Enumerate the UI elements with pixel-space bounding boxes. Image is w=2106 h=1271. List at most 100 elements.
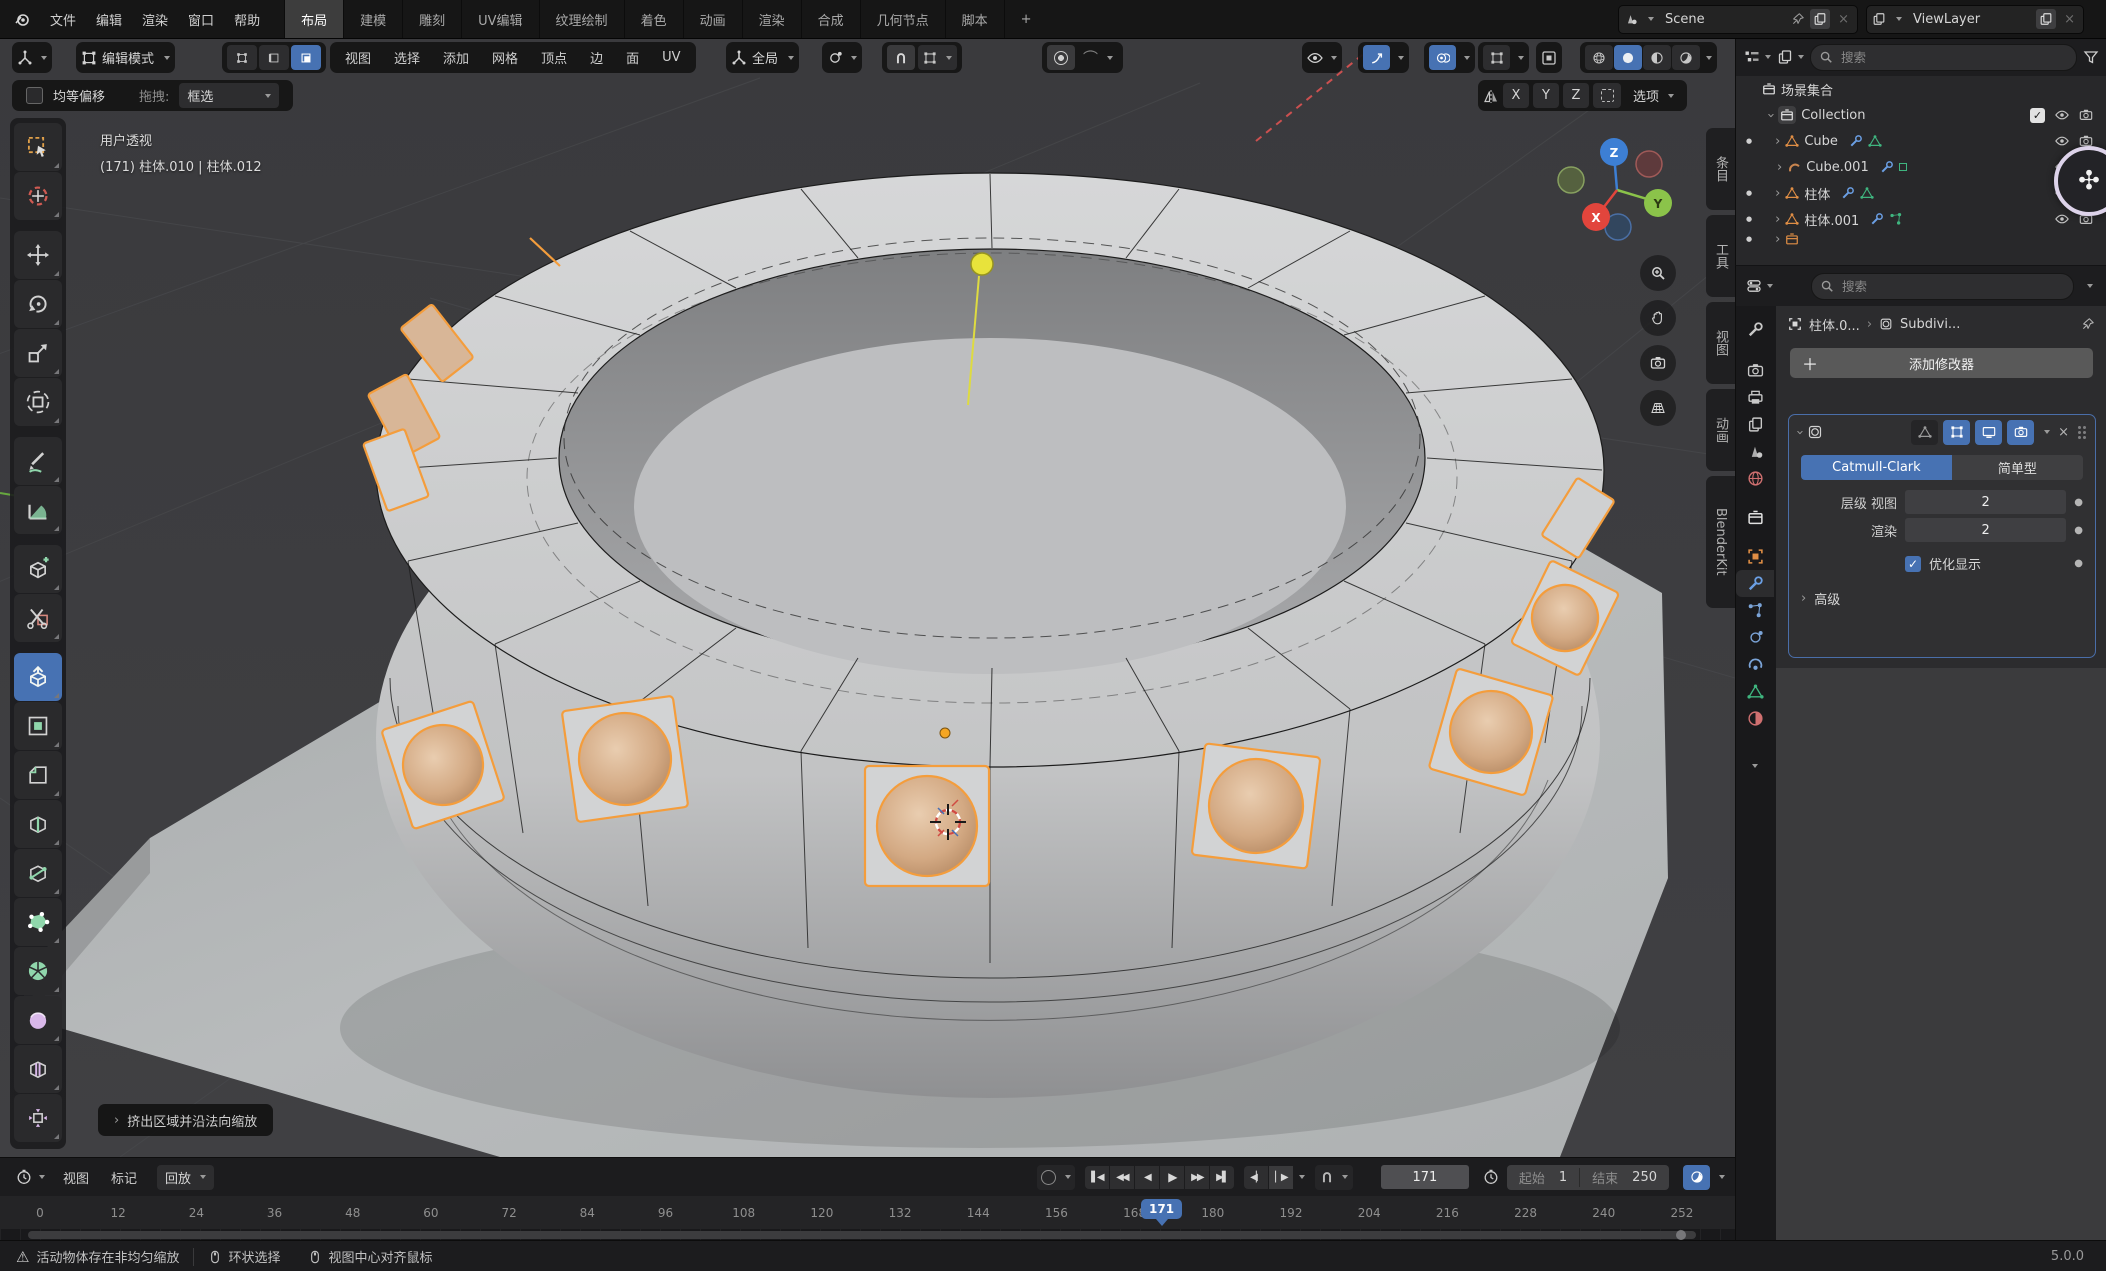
scene-selector[interactable]: Scene × bbox=[1618, 5, 1858, 34]
tab-particles[interactable] bbox=[1736, 597, 1774, 624]
breadcrumb-modifier[interactable]: Subdivi... bbox=[1900, 317, 1960, 332]
tool-rotate[interactable] bbox=[14, 280, 62, 328]
outliner-display-mode[interactable] bbox=[1744, 49, 1771, 65]
sidebar-tab-tool[interactable]: 工具 bbox=[1706, 215, 1735, 297]
mesh-data-icon[interactable] bbox=[1868, 134, 1882, 148]
menu-uv[interactable]: UV bbox=[652, 50, 690, 65]
scene-name[interactable]: Scene bbox=[1659, 12, 1786, 27]
pivot-point-selector[interactable] bbox=[822, 42, 862, 73]
mesh-data-icon[interactable] bbox=[1860, 186, 1874, 200]
sidebar-tab-view[interactable]: 视图 bbox=[1706, 302, 1735, 384]
modifier-icon[interactable] bbox=[1841, 186, 1855, 200]
frame-back-button[interactable]: ◀▏ bbox=[1244, 1166, 1268, 1189]
new-scene-button[interactable] bbox=[1810, 9, 1830, 29]
tab-view-layer[interactable] bbox=[1736, 411, 1774, 438]
tool-move[interactable] bbox=[14, 231, 62, 279]
viewlayer-selector[interactable]: ViewLayer × bbox=[1866, 5, 2084, 34]
workspace-tab-compositing[interactable]: 合成 bbox=[801, 0, 860, 38]
axis-neg-y-ball[interactable] bbox=[1558, 167, 1584, 193]
current-frame-field[interactable]: 171 bbox=[1381, 1165, 1469, 1189]
tab-output[interactable] bbox=[1736, 384, 1774, 411]
workspace-tab-layout[interactable]: 布局 bbox=[284, 0, 343, 38]
mirror-y-button[interactable]: Y bbox=[1533, 83, 1559, 108]
rendered-shading-button[interactable] bbox=[1672, 45, 1700, 70]
snap-settings[interactable] bbox=[918, 45, 957, 70]
eye-icon[interactable] bbox=[2055, 108, 2069, 122]
show-in-viewport-toggle[interactable] bbox=[1975, 420, 2002, 445]
blender-logo-icon[interactable] bbox=[14, 11, 30, 27]
exclude-checkbox[interactable]: ✓ bbox=[2030, 108, 2045, 123]
workspace-tab-modeling[interactable]: 建模 bbox=[343, 0, 402, 38]
tool-bisect[interactable] bbox=[14, 849, 62, 897]
show-gizmo-toggle[interactable] bbox=[1363, 45, 1390, 70]
outliner-search[interactable] bbox=[1810, 44, 2077, 71]
tab-modifiers[interactable] bbox=[1736, 570, 1774, 597]
tab-object[interactable] bbox=[1736, 543, 1774, 570]
next-keyframe-button[interactable]: ▶▶ bbox=[1185, 1166, 1209, 1189]
pan-button[interactable] bbox=[1640, 300, 1676, 336]
workspace-tab-scripting[interactable]: 脚本 bbox=[945, 0, 1004, 38]
optimal-display-checkbox[interactable]: ✓ bbox=[1905, 556, 1921, 572]
stopwatch-icon[interactable] bbox=[1483, 1169, 1499, 1185]
workspace-tab-sculpting[interactable]: 雕刻 bbox=[402, 0, 461, 38]
menu-file[interactable]: 文件 bbox=[40, 10, 86, 29]
menu-view[interactable]: 视图 bbox=[335, 48, 381, 67]
material-preview-button[interactable] bbox=[1643, 45, 1671, 70]
mode-selector[interactable]: 编辑模式 bbox=[76, 42, 175, 73]
show-on-cage-toggle[interactable] bbox=[1911, 420, 1938, 445]
tool-scale[interactable] bbox=[14, 329, 62, 377]
outliner-row-partial[interactable]: ● › bbox=[1736, 232, 2106, 246]
tab-world[interactable] bbox=[1736, 465, 1774, 492]
expand-icon[interactable]: › bbox=[1763, 112, 1778, 117]
eye-icon[interactable] bbox=[2055, 134, 2069, 148]
tool-bevel[interactable] bbox=[14, 751, 62, 799]
menu-face[interactable]: 面 bbox=[616, 48, 649, 67]
outliner-row-scene-collection[interactable]: 场景集合 bbox=[1736, 76, 2106, 102]
end-frame-field[interactable]: 结束250 bbox=[1580, 1168, 1669, 1187]
auto-key-toggle[interactable] bbox=[1041, 1170, 1056, 1185]
expand-icon[interactable]: › bbox=[1775, 134, 1780, 149]
timeline-ruler[interactable]: 012 2436 4860 7284 96108 120132 144156 1… bbox=[0, 1196, 1735, 1229]
tool-smooth[interactable] bbox=[14, 996, 62, 1044]
proportional-falloff-dropdown[interactable]: ⌒ bbox=[1078, 45, 1118, 70]
mirror-z-button[interactable]: Z bbox=[1563, 83, 1589, 108]
tool-add-cube[interactable] bbox=[14, 545, 62, 593]
levels-render-field[interactable]: 2 bbox=[1905, 518, 2066, 542]
axis-neg-x-ball[interactable] bbox=[1636, 151, 1662, 177]
lattice-data-icon[interactable] bbox=[1889, 212, 1903, 226]
simple-button[interactable]: 简单型 bbox=[1952, 455, 2083, 480]
menu-window[interactable]: 窗口 bbox=[178, 10, 224, 29]
sidebar-tab-item[interactable]: 条目 bbox=[1706, 128, 1735, 210]
play-button[interactable]: ▶ bbox=[1160, 1166, 1184, 1189]
editor-type-selector[interactable] bbox=[12, 42, 52, 73]
pin-icon[interactable] bbox=[1791, 12, 1805, 26]
object-visibility-dropdown[interactable] bbox=[1302, 42, 1342, 73]
modifier-icon[interactable] bbox=[1880, 160, 1894, 174]
workspace-tab-animation[interactable]: 动画 bbox=[683, 0, 742, 38]
solid-shading-button[interactable] bbox=[1614, 45, 1642, 70]
workspace-tab-geometry-nodes[interactable]: 几何节点 bbox=[860, 0, 945, 38]
tool-spin[interactable] bbox=[14, 947, 62, 995]
workspace-add-button[interactable]: + bbox=[1004, 0, 1048, 38]
tab-constraints[interactable] bbox=[1736, 651, 1774, 678]
properties-search-input[interactable] bbox=[1811, 273, 2074, 300]
expand-icon[interactable]: › bbox=[1777, 160, 1782, 175]
sidebar-tab-blenderkit[interactable]: BlenderKit bbox=[1706, 476, 1735, 608]
modifier-icon[interactable] bbox=[1870, 212, 1884, 226]
tool-inset-faces[interactable] bbox=[14, 702, 62, 750]
tool-loop-cut[interactable] bbox=[14, 800, 62, 848]
menu-edge[interactable]: 边 bbox=[580, 48, 613, 67]
options-dropdown[interactable]: 选项 bbox=[1625, 83, 1682, 108]
advanced-section-header[interactable]: › 高级 bbox=[1801, 589, 2083, 608]
drag-mode-dropdown[interactable]: 框选 bbox=[179, 83, 279, 108]
wireframe-shading-button[interactable] bbox=[1585, 45, 1613, 70]
expand-icon[interactable]: › bbox=[1775, 212, 1780, 227]
animate-dot[interactable]: ● bbox=[2074, 497, 2083, 508]
snap-toggle[interactable] bbox=[887, 45, 915, 70]
timeline-menu-view[interactable]: 视图 bbox=[53, 1168, 99, 1187]
transform-orientation-selector[interactable]: 全局 bbox=[726, 42, 799, 73]
tab-data[interactable] bbox=[1736, 678, 1774, 705]
frame-forward-button[interactable]: ▏▶ bbox=[1269, 1166, 1293, 1189]
panel-collapse-icon[interactable]: › bbox=[1792, 429, 1807, 434]
menu-mesh[interactable]: 网格 bbox=[482, 48, 528, 67]
